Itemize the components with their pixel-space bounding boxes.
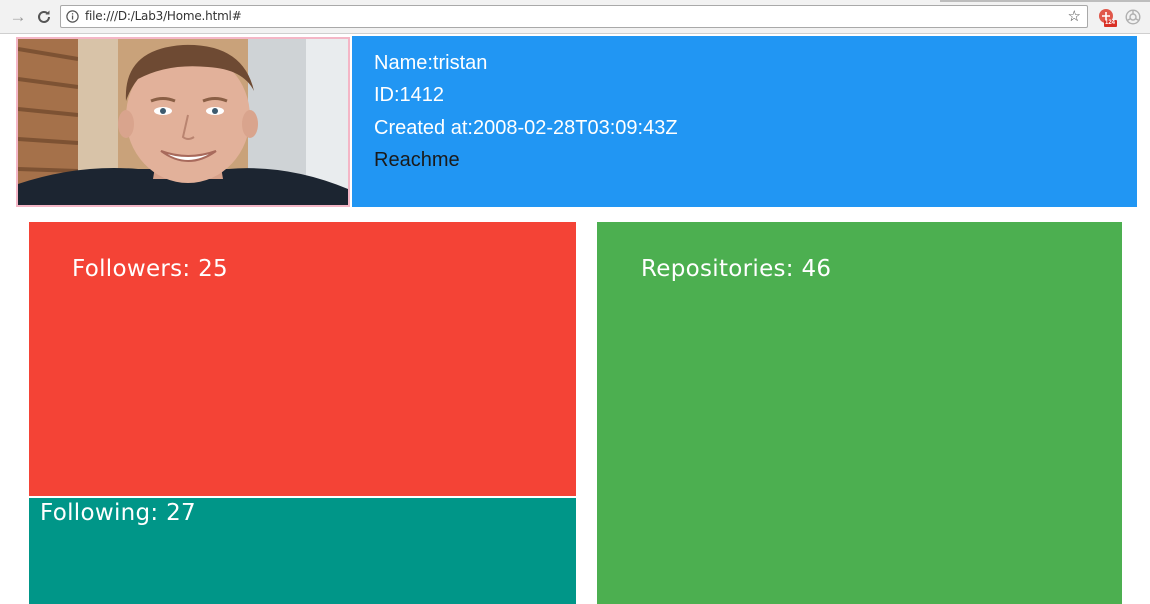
profile-created-at: Created at:2008-02-28T03:09:43Z <box>374 117 678 139</box>
following-tile[interactable]: Following: 27 <box>29 498 576 604</box>
address-bar[interactable]: file:///D:/Lab3/Home.html# ☆ <box>60 5 1088 28</box>
avatar <box>16 37 350 207</box>
followers-label: Followers: 25 <box>72 256 228 282</box>
following-label: Following: 27 <box>40 500 196 526</box>
repositories-label: Repositories: 46 <box>641 256 832 282</box>
profile-info-panel: Name:tristan ID:1412 Created at:2008-02-… <box>352 36 1137 207</box>
bookmark-star-icon[interactable]: ☆ <box>1068 7 1081 25</box>
profile-id: ID:1412 <box>374 84 445 106</box>
browser-toolbar: → file:///D:/Lab3/Home.html# ☆ 124 <box>0 0 1150 34</box>
tab-strip-edge <box>940 0 1150 2</box>
repositories-tile[interactable]: Repositories: 46 <box>597 222 1122 604</box>
extension-icon-2[interactable] <box>1125 9 1141 25</box>
profile-name: Name:tristan <box>374 52 488 74</box>
back-arrow-icon[interactable]: → <box>8 7 28 27</box>
avatar-photo <box>18 39 348 205</box>
url-text[interactable]: file:///D:/Lab3/Home.html# <box>85 9 242 23</box>
reachme-link[interactable]: Reachme <box>374 149 460 172</box>
followers-tile[interactable]: Followers: 25 <box>29 222 576 496</box>
info-icon[interactable] <box>66 10 79 23</box>
extension-badge: 124 <box>1105 20 1116 26</box>
extension-icon[interactable]: 124 <box>1097 8 1117 28</box>
reload-icon[interactable] <box>34 7 54 27</box>
